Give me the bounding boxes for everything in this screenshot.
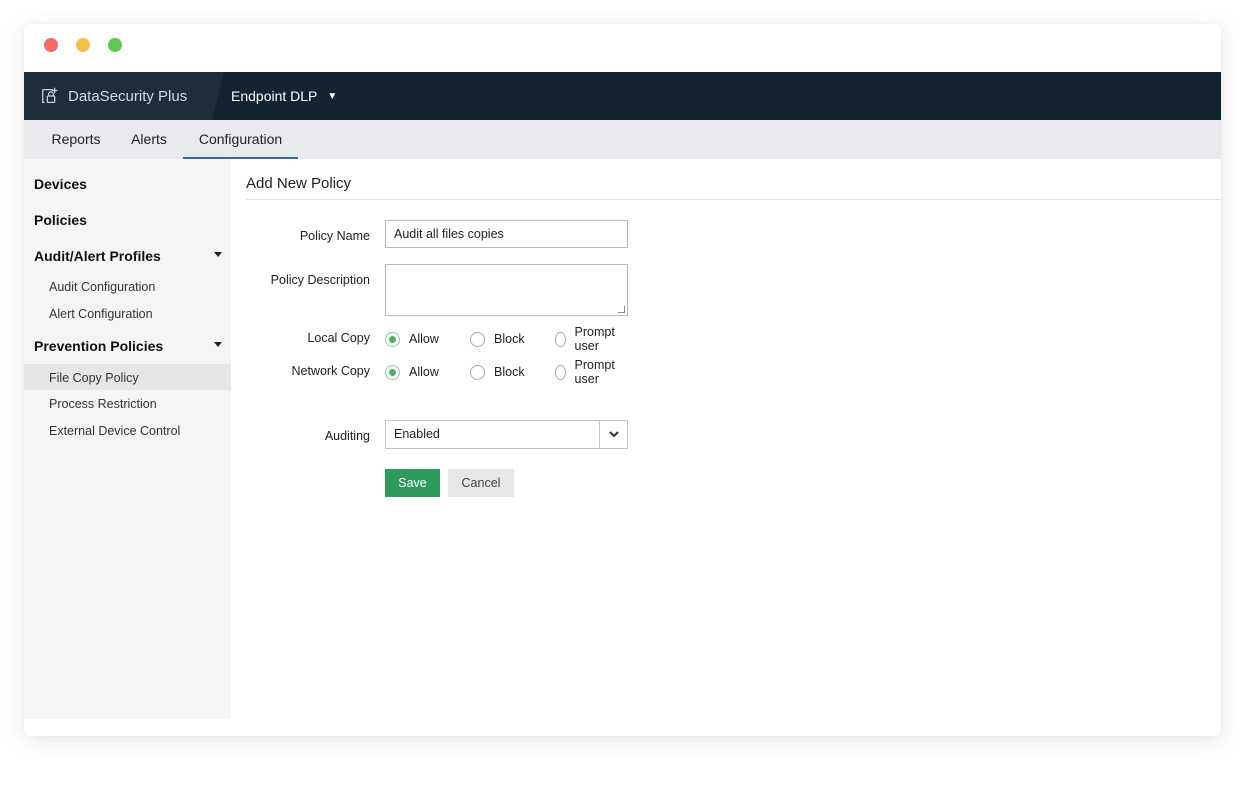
local-copy-prompt-radio[interactable]: Prompt user (555, 325, 619, 353)
radio-label: Block (494, 365, 525, 379)
window-titlebar (24, 24, 1221, 72)
maximize-window-button[interactable] (108, 38, 122, 52)
radio-label: Block (494, 332, 525, 346)
caret-down-icon: ▼ (327, 90, 338, 102)
auditing-select-value: Enabled (394, 427, 440, 441)
sidebar-item-file-copy-policy[interactable]: File Copy Policy (49, 371, 139, 385)
close-window-button[interactable] (44, 38, 58, 52)
radio-selected-icon (385, 364, 400, 380)
policy-description-label: Policy Description (270, 273, 370, 287)
radio-selected-icon (385, 331, 400, 347)
caret-down-icon (214, 342, 222, 347)
sidebar: Devices Policies Audit/Alert Profiles Au… (24, 159, 231, 719)
main-tabs: Reports Alerts Configuration (24, 120, 1221, 159)
radio-label: Prompt user (574, 325, 615, 353)
title-divider (246, 199, 1221, 200)
radio-unselected-icon (470, 331, 485, 347)
app-header: DataSecurity Plus Endpoint DLP ▼ (24, 72, 1221, 120)
sidebar-item-audit-configuration[interactable]: Audit Configuration (49, 280, 155, 294)
local-copy-block-radio[interactable]: Block (470, 329, 525, 349)
resize-handle-icon[interactable] (618, 306, 625, 313)
sidebar-item-policies[interactable]: Policies (34, 212, 87, 228)
policy-name-label: Policy Name (299, 229, 370, 243)
network-copy-allow-radio[interactable]: Allow (385, 362, 439, 382)
app-window: DataSecurity Plus Endpoint DLP ▼ Reports… (24, 24, 1221, 736)
policy-name-input[interactable]: Audit all files copies (385, 220, 628, 248)
chevron-down-icon[interactable] (599, 421, 627, 448)
cancel-button[interactable]: Cancel (448, 469, 514, 497)
auditing-select[interactable]: Enabled (385, 420, 628, 449)
product-name: Endpoint DLP (231, 88, 318, 104)
tab-alerts[interactable]: Alerts (130, 120, 168, 159)
tab-reports[interactable]: Reports (51, 120, 101, 159)
local-copy-allow-radio[interactable]: Allow (385, 329, 439, 349)
brand-logo[interactable]: DataSecurity Plus (24, 72, 224, 120)
sidebar-group-label: Prevention Policies (34, 338, 164, 354)
local-copy-label: Local Copy (307, 331, 370, 345)
minimize-window-button[interactable] (76, 38, 90, 52)
save-button[interactable]: Save (385, 469, 440, 497)
auditing-label: Auditing (324, 429, 370, 443)
sidebar-item-external-device-control[interactable]: External Device Control (49, 424, 180, 438)
network-copy-block-radio[interactable]: Block (470, 362, 525, 382)
sidebar-group-audit-alert-profiles[interactable]: Audit/Alert Profiles (34, 248, 224, 264)
sidebar-item-alert-configuration[interactable]: Alert Configuration (49, 307, 153, 321)
product-switcher[interactable]: Endpoint DLP ▼ (231, 72, 337, 120)
lock-shield-icon (42, 87, 58, 104)
sidebar-item-devices[interactable]: Devices (34, 176, 87, 192)
main-content: Add New Policy Policy Name Audit all fil… (231, 159, 1221, 736)
sidebar-item-process-restriction[interactable]: Process Restriction (49, 397, 157, 411)
caret-down-icon (214, 252, 222, 257)
page-title: Add New Policy (246, 175, 352, 192)
radio-label: Allow (409, 365, 439, 379)
radio-unselected-icon (555, 364, 566, 380)
radio-label: Allow (409, 332, 439, 346)
network-copy-label: Network Copy (291, 364, 371, 378)
sidebar-group-label: Audit/Alert Profiles (34, 248, 161, 264)
network-copy-prompt-radio[interactable]: Prompt user (555, 358, 619, 386)
sidebar-group-prevention-policies[interactable]: Prevention Policies (34, 338, 224, 354)
radio-unselected-icon (555, 331, 566, 347)
tab-configuration[interactable]: Configuration (183, 120, 298, 159)
radio-unselected-icon (470, 364, 485, 380)
radio-label: Prompt user (574, 358, 615, 386)
brand-name: DataSecurity Plus (68, 87, 188, 105)
policy-description-textarea[interactable] (385, 264, 628, 316)
